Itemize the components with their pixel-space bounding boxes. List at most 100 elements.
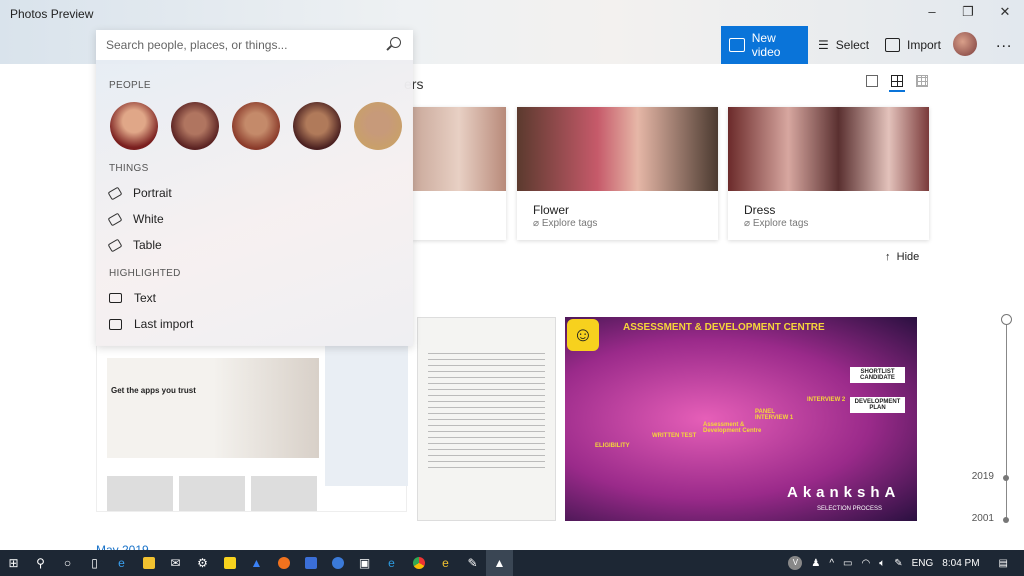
edge-icon[interactable]: e (108, 550, 135, 576)
timeline-year[interactable]: 2019 (972, 471, 994, 482)
slide-step: WRITTEN TEST (652, 433, 697, 439)
timeline-handle[interactable] (1001, 314, 1012, 325)
card-flower[interactable]: Flower ⌀ Explore tags (517, 107, 718, 240)
search-input[interactable]: Search people, places, or things... (96, 30, 413, 60)
thing-table[interactable]: Table (107, 238, 162, 252)
medium-view-icon[interactable] (891, 75, 903, 87)
explore-tags-link[interactable]: ⌀ Explore tags (533, 218, 597, 229)
card-label: Flower (533, 203, 570, 217)
tag-icon (107, 238, 123, 252)
search-placeholder: Search people, places, or things... (106, 38, 288, 52)
mail-icon[interactable]: ✉ (162, 550, 189, 576)
tag-icon (107, 212, 123, 226)
firefox-dev-icon[interactable] (324, 550, 351, 576)
start-icon[interactable]: ⊞ (0, 550, 27, 576)
people-icon[interactable]: ♟ (811, 558, 820, 569)
photo-webpage[interactable]: Get the apps you trust (96, 345, 408, 512)
close-button[interactable]: ✕ (990, 4, 1020, 20)
slide-outcome: DEVELOPMENT PLAN (850, 397, 905, 413)
thing-white[interactable]: White (107, 212, 164, 226)
maximize-button[interactable]: ❐ (953, 4, 983, 20)
card-label: Dress (744, 203, 776, 217)
large-view-icon[interactable] (866, 75, 878, 87)
timeline-track (1006, 325, 1007, 521)
search-icon[interactable]: ⚲ (27, 550, 54, 576)
chrome-icon[interactable] (405, 550, 432, 576)
import-icon (885, 38, 900, 52)
highlighted-heading: HIGHLIGHTED (109, 268, 181, 279)
sticky-notes-icon[interactable] (216, 550, 243, 576)
card-dress[interactable]: Dress ⌀ Explore tags (728, 107, 929, 240)
highlight-text[interactable]: Text (109, 291, 156, 305)
hide-button[interactable]: ↑ Hide (885, 251, 919, 263)
flower-thumbnail (517, 107, 718, 191)
clock[interactable]: 8:04 PM (942, 558, 979, 569)
new-video-button[interactable]: New video (721, 26, 808, 64)
settings-icon[interactable]: ⚙ (189, 550, 216, 576)
store-icon[interactable]: ▣ (351, 550, 378, 576)
minimize-button[interactable]: – (917, 4, 947, 19)
volume-icon[interactable]: 🔈︎ (879, 558, 885, 569)
slide-step: Assessment & Development Centre (703, 422, 762, 434)
webpage-headline: Get the apps you trust (111, 386, 196, 395)
person-avatar[interactable] (110, 102, 158, 150)
photo-document[interactable] (417, 317, 556, 521)
photo-slide[interactable]: ☺ ASSESSMENT & DEVELOPMENT CENTRE ELIGIB… (565, 317, 917, 521)
search-suggestions-panel: Search people, places, or things... PEOP… (96, 30, 413, 346)
person-avatar[interactable] (232, 102, 280, 150)
slide-step: INTERVIEW 2 (807, 397, 846, 403)
import-label: Import (907, 38, 942, 52)
select-list-icon: ☰ (818, 38, 829, 52)
slide-outcome: SHORTLIST CANDIDATE (850, 367, 905, 383)
paint-icon[interactable]: ✎ (459, 550, 486, 576)
explore-tags-link[interactable]: ⌀ Explore tags (744, 218, 808, 229)
slide-brand: AkankshA (787, 484, 901, 501)
ie-alt-icon[interactable]: e (432, 550, 459, 576)
timeline-year[interactable]: 2001 (972, 513, 994, 524)
pen-icon[interactable]: ✎ (894, 558, 902, 569)
battery-icon[interactable]: ▭ (843, 558, 852, 569)
firefox-icon[interactable] (270, 550, 297, 576)
photos-icon[interactable]: ▲ (486, 550, 513, 576)
people-list (110, 102, 402, 150)
system-tray: V ♟ ^ ▭ ◠ 🔈︎ ✎ ENG 8:04 PM ▤ (788, 550, 1024, 576)
file-explorer-icon[interactable] (135, 550, 162, 576)
small-view-icon[interactable] (916, 75, 928, 87)
ie-icon[interactable]: e (378, 550, 405, 576)
smiley-icon: ☺ (567, 319, 599, 351)
video-icon (729, 38, 745, 52)
things-heading: THINGS (109, 163, 149, 174)
people-heading: PEOPLE (109, 80, 151, 91)
account-avatar[interactable] (953, 32, 977, 56)
more-button[interactable]: ... (996, 34, 1012, 52)
slide-step: ELIGIBILITY (595, 443, 630, 449)
person-avatar[interactable] (171, 102, 219, 150)
language-indicator[interactable]: ENG (912, 558, 934, 569)
chevron-up-icon[interactable]: ^ (829, 558, 834, 569)
notifications-icon[interactable]: ▤ (999, 558, 1008, 569)
search-icon[interactable] (390, 37, 401, 48)
slide-step: PANEL INTERVIEW 1 (755, 409, 794, 421)
select-label: Select (835, 38, 870, 52)
timeline-dot[interactable] (1003, 475, 1009, 481)
wifi-icon[interactable]: ◠ (862, 558, 871, 569)
app-title: Photos Preview (10, 7, 94, 21)
dress-thumbnail (728, 107, 929, 191)
timeline-dot[interactable] (1003, 517, 1009, 523)
highlight-last-import[interactable]: Last import (109, 317, 193, 331)
calendar-icon[interactable] (297, 550, 324, 576)
taskbar: ⊞ ⚲ ○ ▯ e ✉ ⚙ ▲ ▣ e e ✎ ▲ V ♟ ^ ▭ ◠ 🔈︎ ✎… (0, 550, 1024, 576)
slide-subtitle: SELECTION PROCESS (817, 506, 883, 512)
cortana-icon[interactable]: ○ (54, 550, 81, 576)
person-avatar[interactable] (293, 102, 341, 150)
import-button[interactable]: Import (877, 26, 949, 64)
task-view-icon[interactable]: ▯ (81, 550, 108, 576)
user-icon[interactable]: V (788, 556, 803, 570)
thing-portrait[interactable]: Portrait (107, 186, 172, 200)
card-partial[interactable] (412, 107, 506, 240)
google-ads-icon[interactable]: ▲ (243, 550, 270, 576)
slide-title: ASSESSMENT & DEVELOPMENT CENTRE (623, 322, 825, 333)
import-icon (109, 318, 122, 330)
person-avatar[interactable] (354, 102, 402, 150)
select-button[interactable]: ☰ Select (810, 26, 877, 64)
